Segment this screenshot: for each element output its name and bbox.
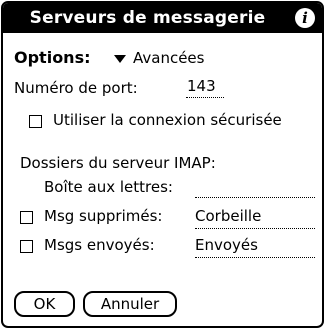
port-label: Numéro de port:	[14, 79, 138, 97]
options-selector[interactable]: Avancées	[112, 49, 222, 69]
title-bar: Serveurs de messagerie i	[3, 3, 322, 33]
sent-messages-label: Msgs envoyés:	[44, 236, 155, 254]
deleted-field-underline	[195, 228, 315, 229]
cancel-button[interactable]: Annuler	[83, 291, 177, 317]
port-field[interactable]: 143	[187, 77, 216, 95]
inbox-label: Boîte aux lettres:	[44, 178, 173, 196]
triangle-down-icon	[114, 55, 126, 63]
dialog-window: Serveurs de messagerie i Options: Avancé…	[1, 1, 324, 328]
inbox-field-underline	[195, 197, 315, 198]
sent-messages-checkbox[interactable]	[20, 240, 33, 253]
sent-messages-field[interactable]: Envoyés	[195, 236, 258, 254]
deleted-messages-checkbox[interactable]	[20, 211, 33, 224]
deleted-messages-field[interactable]: Corbeille	[195, 207, 261, 225]
ok-button[interactable]: OK	[14, 291, 75, 317]
imap-folders-heading: Dossiers du serveur IMAP:	[20, 154, 216, 172]
secure-connection-label: Utiliser la connexion sécurisée	[53, 111, 282, 129]
secure-connection-checkbox[interactable]	[29, 115, 42, 128]
dialog-title: Serveurs de messagerie	[29, 8, 266, 28]
deleted-messages-label: Msg supprimés:	[44, 207, 163, 225]
options-value: Avancées	[133, 49, 205, 67]
sent-field-underline	[195, 257, 315, 258]
port-field-underline	[186, 97, 224, 98]
info-icon[interactable]: i	[295, 8, 315, 28]
options-label: Options:	[14, 48, 91, 67]
